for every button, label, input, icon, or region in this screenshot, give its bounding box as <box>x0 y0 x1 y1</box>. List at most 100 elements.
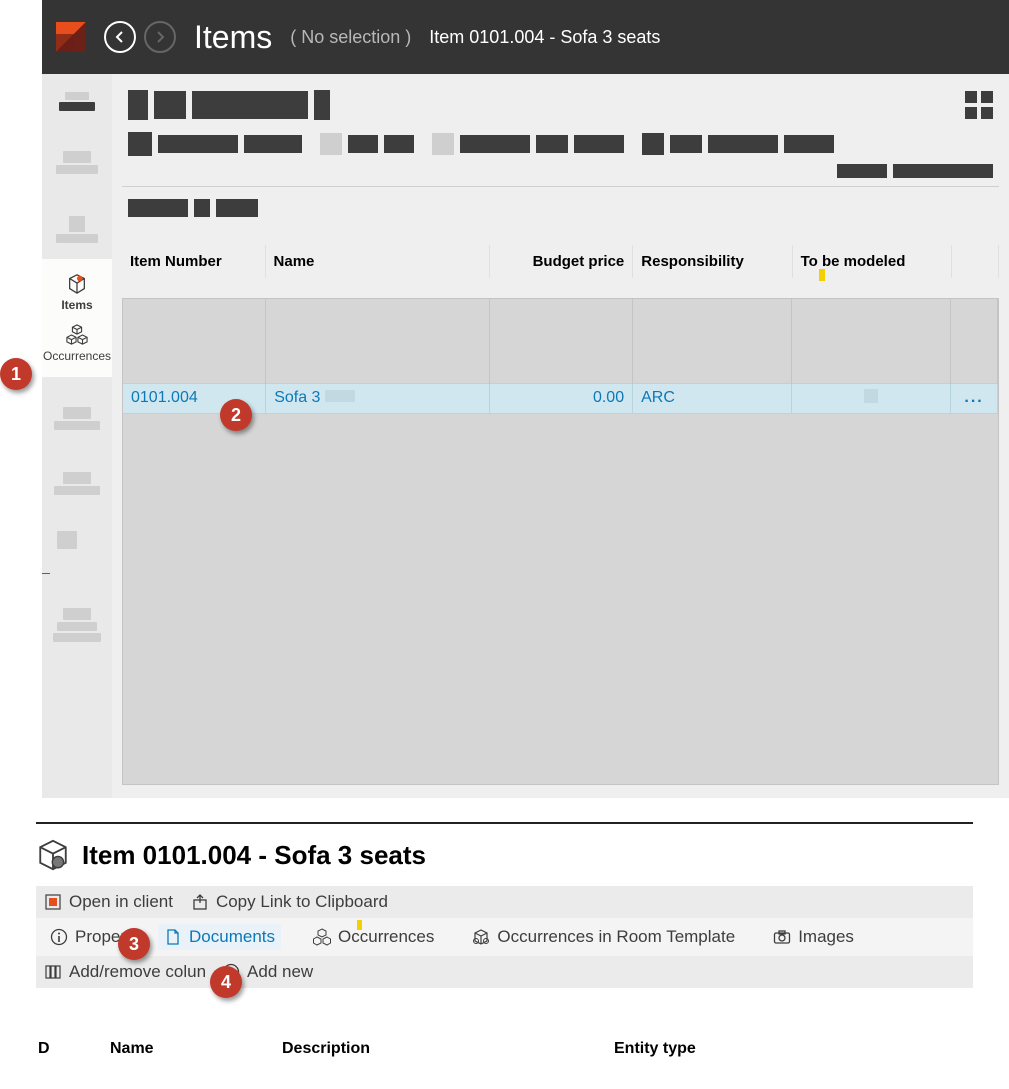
col-description[interactable]: Description <box>282 1040 612 1070</box>
skeleton <box>837 164 887 178</box>
app-logo <box>56 22 86 52</box>
indicator-icon <box>357 920 362 930</box>
table-spacer-row <box>123 299 998 383</box>
nav-forward-button <box>144 21 176 53</box>
redacted-text <box>325 390 355 402</box>
cell-name[interactable]: Sofa 3 <box>266 383 490 413</box>
apps-icon[interactable] <box>965 91 993 119</box>
sidebar-item-occurrences[interactable]: Occurrences <box>42 318 112 369</box>
tab-occurrences[interactable]: Occurrences <box>307 924 440 950</box>
content-area: Item Number Name Budget price Responsibi… <box>112 74 1009 798</box>
camera-icon <box>773 928 791 946</box>
sidebar-item-label: Items <box>61 298 92 312</box>
skeleton <box>54 486 100 495</box>
items-table: Item Number Name Budget price Responsibi… <box>122 245 999 278</box>
skeleton <box>194 199 210 217</box>
skeleton <box>348 135 378 153</box>
cell-responsibility[interactable]: ARC <box>633 383 792 413</box>
callout-1: 1 <box>0 358 32 390</box>
skeleton <box>57 531 77 549</box>
table-row[interactable]: 0101.004 Sofa 3 0.00 ARC ... <box>123 383 998 413</box>
col-item-number[interactable]: Item Number <box>122 245 265 278</box>
skeleton <box>460 135 530 153</box>
skeleton <box>57 622 97 631</box>
cube-icon <box>36 838 70 872</box>
skeleton <box>53 633 101 642</box>
breadcrumb-noselection: ( No selection ) <box>290 27 411 48</box>
skeleton <box>192 91 308 119</box>
col-actions <box>951 245 998 278</box>
toolbar <box>122 126 999 162</box>
skeleton <box>128 90 148 120</box>
detail-panel: Item 0101.004 - Sofa 3 seats Open in cli… <box>36 822 973 1072</box>
action-label: Open in client <box>69 892 173 912</box>
document-icon <box>164 928 182 946</box>
action-label: Copy Link to Clipboard <box>216 892 388 912</box>
tab-documents[interactable]: Documents <box>158 924 281 950</box>
sidebar-nav-group: Items Occurrences <box>42 259 112 377</box>
skeleton <box>54 421 100 430</box>
skeleton <box>69 216 85 232</box>
skeleton <box>708 135 778 153</box>
tab-label: Occurrences <box>338 927 434 947</box>
sidebar: Items Occurrences <box>42 74 112 798</box>
cubes-icon <box>66 324 88 346</box>
skeleton <box>536 135 568 153</box>
detail-title: Item 0101.004 - Sofa 3 seats <box>82 840 426 871</box>
col-budget-price[interactable]: Budget price <box>490 245 633 278</box>
sidebar-item-items[interactable]: Items <box>42 267 112 318</box>
skeleton <box>893 164 993 178</box>
share-icon <box>191 893 209 911</box>
action-label: Add/remove colun <box>69 962 206 982</box>
action-label: Add new <box>247 962 313 982</box>
tab-label: Occurrences in Room Template <box>497 927 735 947</box>
col-name[interactable]: Name <box>110 1040 280 1070</box>
info-icon <box>50 928 68 946</box>
skeleton <box>59 102 95 111</box>
skeleton <box>216 199 258 217</box>
skeleton <box>63 608 91 620</box>
skeleton <box>154 91 186 119</box>
skeleton <box>63 407 91 419</box>
col-responsibility[interactable]: Responsibility <box>633 245 792 278</box>
skeleton <box>244 135 302 153</box>
detail-sub-actions: Add/remove colun Add new <box>36 956 973 988</box>
documents-table: D Name Description Entity type <box>36 1038 710 1072</box>
skeleton <box>574 135 624 153</box>
detail-tabs: Proper Documents Occurrences Occurrences… <box>36 918 973 956</box>
callout-3: 3 <box>118 928 150 960</box>
table-empty-area <box>123 414 998 784</box>
cell-to-be-modeled[interactable] <box>792 383 951 413</box>
col-entity-type[interactable]: Entity type <box>614 1040 708 1070</box>
tab-images[interactable]: Images <box>767 924 860 950</box>
col-to-be-modeled[interactable]: To be modeled <box>792 245 951 278</box>
cube-icon <box>66 273 88 295</box>
skeleton <box>56 234 98 243</box>
tab-label: Documents <box>189 927 275 947</box>
skeleton <box>56 165 98 174</box>
skeleton <box>128 132 152 156</box>
col-name[interactable]: Name <box>265 245 490 278</box>
skeleton <box>784 135 834 153</box>
add-remove-columns-button[interactable]: Add/remove colun <box>44 962 206 982</box>
skeleton <box>432 133 454 155</box>
room-icon <box>472 928 490 946</box>
tab-label: Images <box>798 927 854 947</box>
open-in-client-button[interactable]: Open in client <box>44 892 173 912</box>
breadcrumb-item[interactable]: Item 0101.004 - Sofa 3 seats <box>429 27 660 48</box>
cell-actions[interactable]: ... <box>951 383 998 413</box>
columns-icon <box>44 963 62 981</box>
copy-link-button[interactable]: Copy Link to Clipboard <box>191 892 388 912</box>
cell-budget-price[interactable]: 0.00 <box>490 383 633 413</box>
skeleton <box>642 133 664 155</box>
col-d[interactable]: D <box>38 1040 108 1070</box>
page-title: Items <box>194 19 272 56</box>
sidebar-item-label: Occurrences <box>43 349 111 363</box>
skeleton <box>320 133 342 155</box>
nav-back-button[interactable] <box>104 21 136 53</box>
tab-occurrences-room-template[interactable]: Occurrences in Room Template <box>466 924 741 950</box>
skeleton <box>158 135 238 153</box>
callout-4: 4 <box>210 966 242 998</box>
open-icon <box>44 893 62 911</box>
checkbox-icon[interactable] <box>864 389 878 403</box>
